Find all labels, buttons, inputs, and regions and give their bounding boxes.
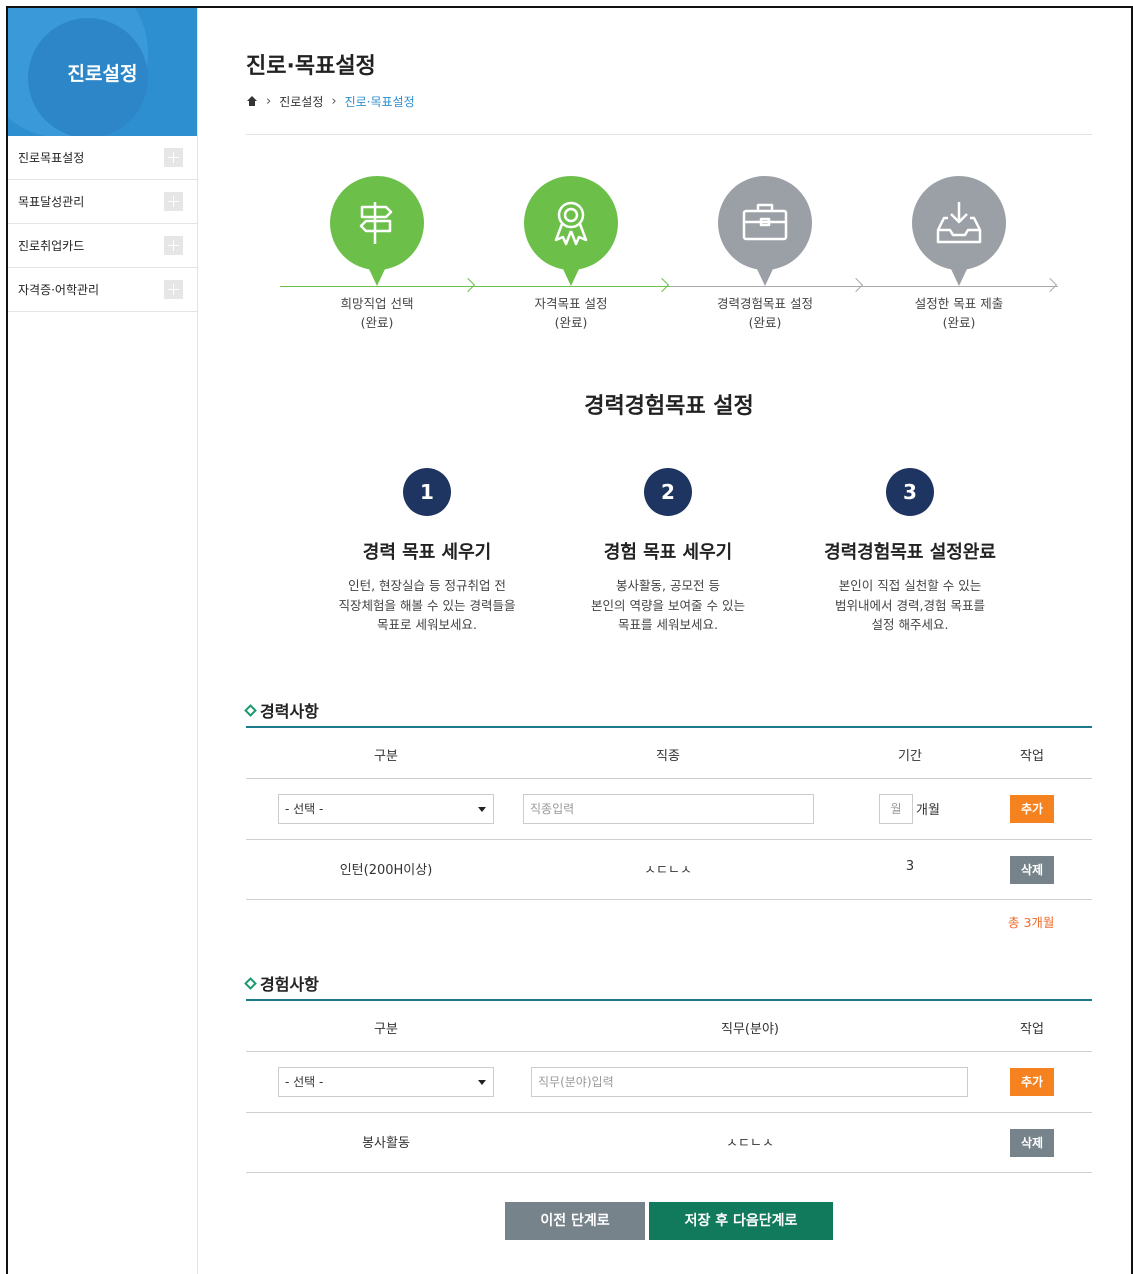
- step-pin: [524, 176, 618, 286]
- expand-plus-icon[interactable]: [164, 280, 183, 299]
- career-period-cell: 3: [905, 859, 915, 874]
- career-total: 총 3개월: [1008, 915, 1055, 930]
- sidebar-item-label: 목표달성관리: [18, 195, 85, 209]
- table-header-row: 구분 직종 기간 작업: [246, 728, 1092, 779]
- chevron-right-icon: [654, 277, 670, 293]
- field-input[interactable]: 직무(분야)입력: [531, 1067, 968, 1097]
- career-input-row: - 선택 - 직종입력 월 개월 추가: [246, 779, 1092, 840]
- breadcrumb: › 진로설정 › 진로·목표설정: [246, 93, 415, 110]
- step-label: 설정한 목표 제출 (완료): [914, 296, 1004, 330]
- step-number-badge: 2: [644, 468, 692, 516]
- save-next-button[interactable]: 저장 후 다음단계로: [649, 1202, 833, 1240]
- sidebar-item-certificate[interactable]: 자격증·어학관리: [8, 268, 197, 312]
- column-header: 작업: [1020, 1022, 1044, 1037]
- guide-description: 본인이 직접 실천할 수 있는 범위내에서 경력,경험 목표를 설정 해주세요.: [835, 578, 985, 632]
- expand-plus-icon[interactable]: [164, 148, 183, 167]
- guide-title: 경력경험목표 설정완료: [824, 542, 996, 563]
- career-job-cell: ㅅㄷㄴㅅ: [644, 863, 692, 878]
- step-2: 자격목표 설정 (완료): [501, 176, 641, 332]
- table-row: 인턴(200H이상) ㅅㄷㄴㅅ 3 삭제: [246, 840, 1092, 900]
- breadcrumb-current[interactable]: 진로·목표설정: [345, 93, 415, 110]
- diamond-bullet-icon: [244, 703, 257, 717]
- chevron-right-icon: [1042, 277, 1058, 293]
- award-ribbon-icon: [554, 201, 588, 246]
- career-type-cell: 인턴(200H이상): [339, 863, 433, 878]
- month-input[interactable]: 월: [879, 794, 913, 824]
- guide-title: 경험 목표 세우기: [603, 542, 733, 563]
- step-label: 경력경험목표 설정 (완료): [717, 296, 813, 330]
- column-header: 직무(분야): [721, 1022, 779, 1037]
- briefcase-icon: [742, 203, 788, 241]
- step-pin: [330, 176, 424, 286]
- career-table: 구분 직종 기간 작업 - 선택 - 직종입력 월 개월 추가 인턴(200H이…: [246, 726, 1092, 900]
- experience-field-cell: ㅅㄷㄴㅅ: [726, 1136, 774, 1151]
- career-type-select[interactable]: - 선택 -: [278, 794, 494, 824]
- sidebar-item-label: 진로취업카드: [18, 239, 85, 253]
- sidebar-item-goal-management[interactable]: 목표달성관리: [8, 180, 197, 224]
- step-3: 경력경험목표 설정 (완료): [695, 176, 835, 332]
- experience-input-row: - 선택 - 직무(분야)입력 추가: [246, 1052, 1092, 1113]
- expand-plus-icon[interactable]: [164, 236, 183, 255]
- inbox-download-icon: [936, 202, 982, 244]
- previous-step-button[interactable]: 이전 단계로: [505, 1202, 645, 1240]
- home-icon[interactable]: [246, 95, 258, 108]
- experience-type-cell: 봉사활동: [362, 1136, 410, 1151]
- sidebar: 진로설정 진로목표설정 목표달성관리 진로취업카드 자격증·어학관리: [8, 8, 198, 1274]
- column-header: 기간: [898, 749, 922, 764]
- sidebar-title: 진로설정: [67, 62, 138, 85]
- column-header: 작업: [1020, 749, 1044, 764]
- caret-down-icon: [478, 1080, 486, 1085]
- sidebar-item-label: 자격증·어학관리: [18, 283, 100, 297]
- add-experience-button[interactable]: 추가: [1010, 1068, 1054, 1096]
- delete-career-button[interactable]: 삭제: [1010, 856, 1054, 884]
- delete-experience-button[interactable]: 삭제: [1010, 1129, 1054, 1157]
- career-section-title: 경력사항: [244, 698, 319, 722]
- column-header: 구분: [374, 1022, 398, 1037]
- job-input[interactable]: 직종입력: [523, 794, 814, 824]
- guide-description: 봉사활동, 공모전 등 본인의 역량을 보여줄 수 있는 목표를 세워보세요.: [591, 578, 745, 632]
- guide-description: 인턴, 현장실습 등 정규취업 전 직장체험을 해볼 수 있는 경력들을 목표로…: [338, 578, 516, 632]
- sidebar-item-career-card[interactable]: 진로취업카드: [8, 224, 197, 268]
- breadcrumb-item[interactable]: 진로설정: [279, 93, 323, 110]
- step-pin: [912, 176, 1006, 286]
- caret-down-icon: [478, 807, 486, 812]
- experience-section-title: 경험사항: [244, 971, 319, 995]
- month-unit-label: 개월: [916, 803, 940, 818]
- sidebar-item-career-goal[interactable]: 진로목표설정: [8, 136, 197, 180]
- diamond-bullet-icon: [244, 976, 257, 990]
- chevron-right-icon: ›: [266, 94, 272, 109]
- step-4: 설정한 목표 제출 (완료): [889, 176, 1029, 332]
- section-title: 경력경험목표 설정: [584, 394, 754, 419]
- page-title: 진로·목표설정: [246, 54, 376, 79]
- guide-title: 경력 목표 세우기: [362, 542, 492, 563]
- progress-steps: 희망직업 선택 (완료) 자격목표 설정 (완료) 경력경험목표 설정 (완료)…: [280, 176, 1060, 346]
- table-header-row: 구분 직무(분야) 작업: [246, 1001, 1092, 1052]
- sidebar-item-label: 진로목표설정: [18, 151, 85, 165]
- step-number-badge: 3: [886, 468, 934, 516]
- sidebar-header: 진로설정: [8, 8, 197, 136]
- table-row: 봉사활동 ㅅㄷㄴㅅ 삭제: [246, 1113, 1092, 1173]
- chevron-right-icon: [460, 277, 476, 293]
- step-1: 희망직업 선택 (완료): [307, 176, 447, 332]
- experience-type-select[interactable]: - 선택 -: [278, 1067, 494, 1097]
- chevron-right-icon: [848, 277, 864, 293]
- signpost-icon: [359, 202, 393, 244]
- add-career-button[interactable]: 추가: [1010, 795, 1054, 823]
- divider: [246, 134, 1092, 135]
- step-label: 희망직업 선택 (완료): [340, 296, 414, 330]
- step-number-badge: 1: [403, 468, 451, 516]
- chevron-right-icon: ›: [331, 94, 337, 109]
- column-header: 직종: [656, 749, 680, 764]
- step-label: 자격목표 설정 (완료): [534, 296, 608, 330]
- column-header: 구분: [374, 749, 398, 764]
- guide-1: 1 경력 목표 세우기 인턴, 현장실습 등 정규취업 전 직장체험을 해볼 수…: [307, 468, 547, 635]
- guide-3: 3 경력경험목표 설정완료 본인이 직접 실천할 수 있는 범위내에서 경력,경…: [790, 468, 1030, 635]
- guide-2: 2 경험 목표 세우기 봉사활동, 공모전 등 본인의 역량을 보여줄 수 있는…: [548, 468, 788, 635]
- expand-plus-icon[interactable]: [164, 192, 183, 211]
- step-pin: [718, 176, 812, 286]
- experience-table: 구분 직무(분야) 작업 - 선택 - 직무(분야)입력 추가 봉사활동 ㅅㄷㄴ…: [246, 999, 1092, 1173]
